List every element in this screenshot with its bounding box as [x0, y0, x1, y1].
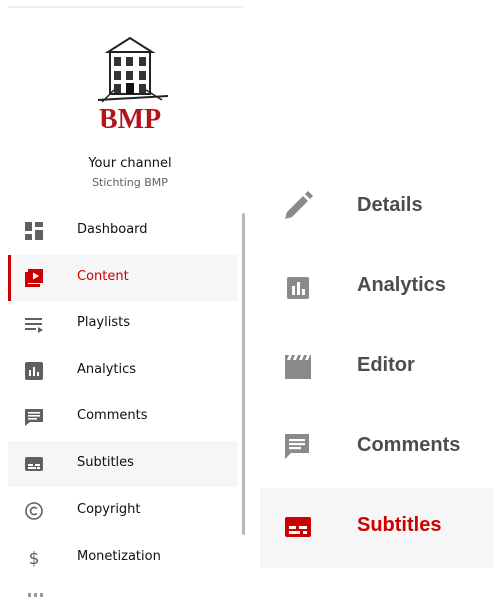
video-menu-label: Comments [357, 434, 461, 456]
channel-logo-image: BMP [97, 36, 169, 134]
analytics-icon [23, 360, 45, 382]
channel-title: Your channel [88, 156, 172, 171]
subtitles-icon [278, 508, 316, 546]
sidebar-item-analytics[interactable]: Analytics [8, 348, 238, 394]
subtitles-icon [23, 453, 45, 475]
video-menu-label: Editor [357, 354, 415, 376]
sidebar-item-comments[interactable]: Comments [8, 394, 238, 440]
sidebar-item-label: Playlists [77, 315, 130, 330]
dashboard-icon [23, 220, 45, 242]
sidebar-item-label: Monetization [77, 549, 161, 564]
sidebar-item-label: Content [77, 269, 129, 284]
video-menu-item-subtitles[interactable]: Subtitles [260, 488, 493, 568]
sidebar-item-label: Analytics [77, 362, 137, 377]
top-divider [8, 6, 244, 8]
sidebar-item-label: Copyright [77, 502, 141, 517]
clapperboard-icon [278, 348, 316, 386]
analytics-icon [278, 268, 316, 306]
channel-logo-text: BMP [99, 104, 161, 134]
playlists-icon [23, 313, 45, 335]
sidebar-item-label: Dashboard [77, 222, 148, 237]
sidebar-scrollbar[interactable] [242, 213, 245, 535]
content-play-icon [23, 267, 45, 289]
video-menu-item-analytics[interactable]: Analytics [260, 248, 493, 328]
sidebar-item-playlists[interactable]: Playlists [8, 301, 238, 347]
video-menu-label: Subtitles [357, 514, 442, 536]
channel-name: Stichting BMP [92, 176, 168, 189]
video-menu-label: Analytics [357, 274, 446, 296]
video-menu-item-editor[interactable]: Editor [260, 328, 493, 408]
video-menu-item-comments[interactable]: Comments [260, 408, 493, 488]
next-item-icon-partial [28, 593, 44, 597]
sidebar-item-label: Subtitles [77, 455, 134, 470]
svg-text:$: $ [29, 549, 40, 568]
sidebar-item-label: Comments [77, 408, 148, 423]
channel-avatar[interactable]: BMP [78, 30, 182, 134]
comments-icon [278, 428, 316, 466]
pencil-icon [278, 188, 316, 226]
video-menu-item-details[interactable]: Details [260, 168, 493, 248]
active-indicator [8, 255, 11, 301]
copyright-icon [23, 500, 45, 522]
sidebar-item-subtitles[interactable]: Subtitles [8, 441, 238, 487]
comments-icon [23, 406, 45, 428]
sidebar-item-copyright[interactable]: Copyright [8, 488, 238, 534]
sidebar-item-dashboard[interactable]: Dashboard [8, 208, 238, 254]
sidebar-item-content[interactable]: Content [8, 255, 238, 301]
video-menu-label: Details [357, 194, 423, 216]
sidebar-item-monetization[interactable]: $ Monetization [8, 535, 238, 581]
dollar-icon: $ [23, 547, 45, 569]
